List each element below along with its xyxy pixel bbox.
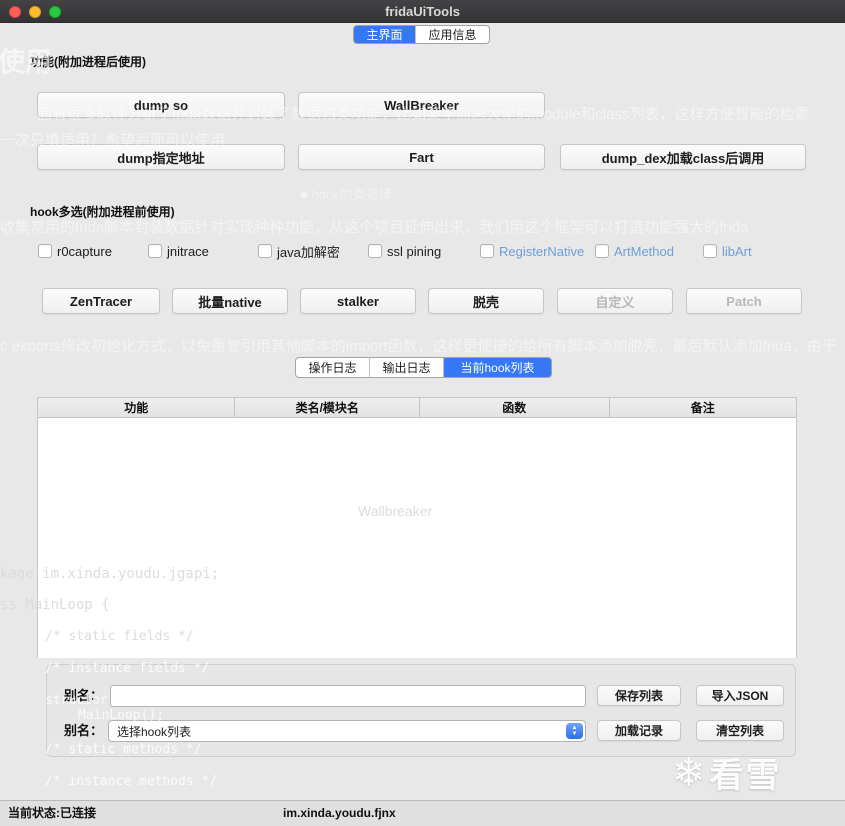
ghost-text: ■ hook的类选择	[300, 187, 392, 202]
checkbox-r0capture[interactable]: r0capture	[38, 243, 112, 259]
save-list-button[interactable]: 保存列表	[597, 685, 681, 706]
connection-status: 当前状态:已连接	[8, 806, 96, 820]
fart-button[interactable]: Fart	[298, 144, 545, 170]
alias-input[interactable]	[110, 685, 586, 707]
dump-address-button[interactable]: dump指定地址	[37, 144, 285, 170]
status-bar: 当前状态:已连接 im.xinda.youdu.fjnx	[0, 800, 845, 826]
titlebar: fridaUiTools	[0, 0, 845, 23]
zentracer-button[interactable]: ZenTracer	[42, 288, 160, 314]
wallbreaker-button[interactable]: WallBreaker	[298, 92, 545, 118]
tab-main[interactable]: 主界面	[354, 26, 416, 43]
hook-table: 功能 类名/模块名 函数 备注	[37, 397, 797, 658]
checkbox-ssl-pining[interactable]: ssl pining	[368, 243, 441, 259]
table-header: 功能 类名/模块名 函数 备注	[38, 398, 796, 418]
batch-native-button[interactable]: 批量native	[172, 288, 288, 314]
table-header-cell: 功能	[38, 398, 236, 417]
dump-so-button[interactable]: dump so	[37, 92, 285, 118]
table-header-cell: 备注	[690, 401, 715, 415]
package-name: im.xinda.youdu.fjnx	[283, 806, 396, 820]
checkbox-label: ssl pining	[387, 243, 442, 259]
checkbox-box	[595, 244, 609, 258]
clear-list-button[interactable]: 清空列表	[696, 720, 784, 741]
checkbox-box	[368, 244, 382, 258]
import-json-button[interactable]: 导入JSON	[696, 685, 784, 706]
checkbox-libart[interactable]: libArt	[703, 243, 752, 259]
hook-list-select[interactable]: 选择hook列表 ▲ ▼	[108, 720, 586, 742]
stalker-button[interactable]: stalker	[300, 288, 416, 314]
checkbox-label: ArtMethod	[614, 243, 674, 259]
checkbox-label: RegisterNative	[499, 243, 585, 259]
dump-dex-button[interactable]: dump_dex加载class后调用	[560, 144, 806, 170]
checkbox-registernative[interactable]: RegisterNative	[480, 243, 584, 259]
window-title: fridaUiTools	[385, 4, 460, 19]
log-tabs: 操作日志 输出日志 当前hook列表	[295, 357, 552, 378]
load-record-button[interactable]: 加载记录	[597, 720, 681, 741]
checkbox-box	[148, 244, 162, 258]
stepper-icon: ▲ ▼	[566, 723, 583, 739]
section-label-hooks: hook多选(附加进程前使用)	[30, 205, 175, 219]
frida-ui-tools-window: fridaUiTools 主界面 应用信息 功能(附加进程后使用) dump s…	[0, 0, 845, 826]
checkbox-box	[38, 244, 52, 258]
custom-button: 自定义	[557, 288, 673, 314]
checkbox-label: libArt	[722, 243, 752, 259]
unpack-button[interactable]: 脱壳	[428, 288, 544, 314]
table-body	[38, 418, 796, 658]
alias-label: 别名：	[64, 688, 104, 703]
tab-output-log[interactable]: 输出日志	[370, 358, 444, 377]
checkbox-box	[480, 244, 494, 258]
tab-current-hook-list[interactable]: 当前hook列表	[444, 358, 551, 377]
checkbox-java-crypto[interactable]: java加解密	[258, 243, 340, 260]
hook-list-form	[46, 664, 796, 757]
checkbox-box	[703, 244, 717, 258]
table-header-cell: 函数	[420, 398, 610, 417]
tab-app-info[interactable]: 应用信息	[416, 26, 489, 43]
checkbox-box	[258, 244, 272, 258]
checkbox-label: r0capture	[57, 243, 112, 259]
checkbox-artmethod[interactable]: ArtMethod	[595, 243, 674, 259]
tab-operation-log[interactable]: 操作日志	[296, 358, 370, 377]
checkbox-jnitrace[interactable]: jnitrace	[148, 243, 209, 259]
patch-button: Patch	[686, 288, 802, 314]
alias-label-2: 别名：	[64, 723, 104, 738]
table-header-cell: 类名/模块名	[235, 398, 420, 417]
hook-list-select-value: 选择hook列表	[117, 724, 192, 739]
ghost-text: c exports修改初始化方式，以免重复引用其他脚本的import函数，这样更…	[0, 338, 837, 355]
section-label-functions: 功能(附加进程后使用)	[30, 55, 146, 69]
checkbox-label: java加解密	[277, 244, 340, 260]
main-tabs: 主界面 应用信息	[353, 25, 490, 44]
checkbox-label: jnitrace	[167, 243, 209, 259]
ghost-text: /* instance methods */	[45, 774, 218, 789]
